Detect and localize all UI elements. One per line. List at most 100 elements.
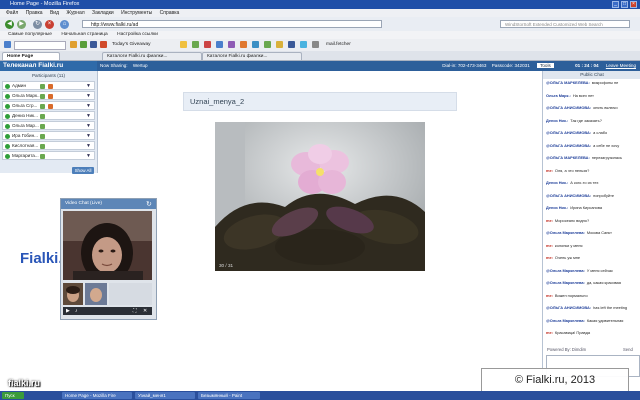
play-icon[interactable]: ▶ bbox=[66, 308, 70, 314]
chat-text: У меня сейчас bbox=[586, 268, 613, 273]
chat-author: @ОЛЬГА АНИСИМОВА: bbox=[546, 193, 592, 198]
tab-catalog-1[interactable]: Каталоги Fialki.ru фиалки... bbox=[102, 52, 202, 60]
tools-button[interactable]: Tools bbox=[537, 63, 554, 68]
mic-icon[interactable] bbox=[40, 104, 45, 109]
participant-thumbnails-image bbox=[63, 283, 152, 305]
minimize-button[interactable]: _ bbox=[612, 1, 619, 8]
online-status-icon bbox=[5, 144, 10, 149]
addon-icon[interactable] bbox=[80, 41, 87, 48]
participant-row[interactable]: Маргарита... ▼ bbox=[2, 151, 95, 160]
chat-author: @ОЛЬГА АНИСИМОВА: bbox=[546, 143, 592, 148]
reload-icon[interactable]: ↻ bbox=[33, 20, 42, 29]
addon-icon[interactable] bbox=[70, 41, 77, 48]
addon-icon[interactable] bbox=[228, 41, 235, 48]
addon-icon[interactable] bbox=[264, 41, 271, 48]
search-input[interactable]: WindStorSoft Extended Customized Web Sea… bbox=[500, 20, 630, 28]
participant-row[interactable]: Ира Гобин... ▼ bbox=[2, 131, 95, 140]
mail-fetcher-link[interactable]: mail.fetcher bbox=[326, 41, 351, 48]
close-button[interactable]: × bbox=[630, 1, 637, 8]
menu-view[interactable]: Вид bbox=[50, 9, 59, 17]
mic-icon[interactable] bbox=[40, 134, 45, 139]
show-all-button[interactable]: Show All bbox=[72, 167, 94, 174]
home-icon[interactable]: ⌂ bbox=[60, 20, 69, 29]
now-sharing-text: Now Sharing: bbox=[100, 63, 128, 68]
menu-tools[interactable]: Инструменты bbox=[121, 9, 152, 17]
chat-message: @ОЛЬГА АНИСИМОВА: а себе не хочу bbox=[546, 144, 639, 149]
taskbar-item[interactable]: Узнай_меня1 bbox=[135, 392, 195, 399]
tab-home[interactable]: Home Page bbox=[2, 52, 60, 60]
bookmark-item[interactable]: Начальная страница bbox=[61, 31, 107, 39]
bookmark-item[interactable]: Самые популярные bbox=[8, 31, 52, 39]
participant-row[interactable]: Админ ▼ bbox=[2, 81, 95, 90]
mic-icon[interactable] bbox=[40, 114, 45, 119]
volume-icon[interactable]: ♪ bbox=[75, 308, 78, 314]
addon-icon[interactable] bbox=[4, 41, 11, 48]
participant-row[interactable]: Кислотная... ▼ bbox=[2, 141, 95, 150]
chat-author: me: bbox=[546, 168, 553, 173]
bookmark-item[interactable]: Настройка ссылки bbox=[117, 31, 158, 39]
chat-message: @ОЛЬГА МАРКЕЛЕВА: перезагрузилась bbox=[546, 156, 639, 161]
slide-counter: 30 / 31 bbox=[219, 263, 234, 268]
participant-row[interactable]: Ольга Мар... ▼ bbox=[2, 121, 95, 130]
tab-catalog-2[interactable]: Каталоги Fialki.ru фиалки... bbox=[202, 52, 302, 60]
camera-icon[interactable] bbox=[48, 104, 53, 109]
back-icon[interactable]: ◀ bbox=[5, 20, 14, 29]
mic-icon[interactable] bbox=[40, 154, 45, 159]
main-video-feed bbox=[63, 211, 152, 280]
leave-meeting-link[interactable]: Leave Meeting bbox=[606, 63, 636, 68]
start-button[interactable]: Пуск bbox=[2, 392, 24, 399]
chat-text: Моросеанс видно? bbox=[554, 218, 590, 223]
addon-icon[interactable] bbox=[100, 41, 107, 48]
chevron-down-icon[interactable]: ▼ bbox=[86, 132, 91, 140]
settings-icon[interactable]: ✕ bbox=[143, 308, 147, 314]
facebook-icon[interactable] bbox=[288, 41, 295, 48]
menu-bookmarks[interactable]: Закладки bbox=[92, 9, 114, 17]
chevron-down-icon[interactable]: ▼ bbox=[86, 142, 91, 150]
participant-row[interactable]: Ольга Марк... ▼ bbox=[2, 91, 95, 100]
chat-message: @ОЛЬГА МАРКЕЛЕВА: микрофоны не bbox=[546, 81, 639, 86]
menu-history[interactable]: Журнал bbox=[66, 9, 84, 17]
addon-icon[interactable] bbox=[180, 41, 187, 48]
stop-icon[interactable]: × bbox=[45, 20, 54, 29]
giveaway-link[interactable]: Today's Giveaway bbox=[112, 41, 151, 48]
addon-icon[interactable] bbox=[192, 41, 199, 48]
addon-search-input[interactable] bbox=[14, 41, 66, 50]
mic-icon[interactable] bbox=[40, 94, 45, 99]
chevron-down-icon[interactable]: ▼ bbox=[86, 112, 91, 120]
taskbar-item[interactable]: Home Page - Mozilla Fire bbox=[62, 392, 132, 399]
chat-text: Какая удивительная bbox=[586, 318, 624, 323]
participant-name: Ольга Сгр... bbox=[12, 103, 38, 108]
chat-author: @Ольга Маркелева: bbox=[546, 281, 585, 285]
mic-icon[interactable] bbox=[40, 144, 45, 149]
refresh-icon[interactable]: ↻ bbox=[146, 200, 152, 208]
addon-icon[interactable] bbox=[240, 41, 247, 48]
forward-icon[interactable]: ▶ bbox=[17, 20, 26, 29]
addon-icon[interactable] bbox=[204, 41, 211, 48]
address-bar[interactable]: http://www.fialki.ru/ad bbox=[82, 20, 382, 28]
mic-icon[interactable] bbox=[40, 84, 45, 89]
mic-icon[interactable] bbox=[40, 124, 45, 129]
chevron-down-icon[interactable]: ▼ bbox=[86, 152, 91, 160]
twitter-icon[interactable] bbox=[300, 41, 307, 48]
addon-icon[interactable] bbox=[90, 41, 97, 48]
participant-row[interactable]: Дениз Ник... ▼ bbox=[2, 111, 95, 120]
maximize-button[interactable]: □ bbox=[621, 1, 628, 8]
send-label[interactable]: Send bbox=[623, 347, 633, 352]
chevron-down-icon[interactable]: ▼ bbox=[86, 102, 91, 110]
addon-icon[interactable] bbox=[312, 41, 319, 48]
camera-icon[interactable] bbox=[48, 94, 53, 99]
fullscreen-icon[interactable]: ⛶ bbox=[133, 308, 137, 314]
chevron-down-icon[interactable]: ▼ bbox=[86, 92, 91, 100]
menu-help[interactable]: Справка bbox=[160, 9, 180, 17]
addon-icon[interactable] bbox=[276, 41, 283, 48]
chevron-down-icon[interactable]: ▼ bbox=[86, 82, 91, 90]
addon-icon[interactable] bbox=[216, 41, 223, 48]
menu-edit[interactable]: Правка bbox=[26, 9, 43, 17]
camera-icon[interactable] bbox=[48, 84, 53, 89]
taskbar-item[interactable]: Безымянный - Paint bbox=[198, 392, 260, 399]
participant-row[interactable]: Ольга Сгр... ▼ bbox=[2, 101, 95, 110]
menu-file[interactable]: Файл bbox=[6, 9, 18, 17]
chat-author: me: bbox=[546, 331, 553, 335]
chevron-down-icon[interactable]: ▼ bbox=[86, 122, 91, 130]
addon-icon[interactable] bbox=[252, 41, 259, 48]
